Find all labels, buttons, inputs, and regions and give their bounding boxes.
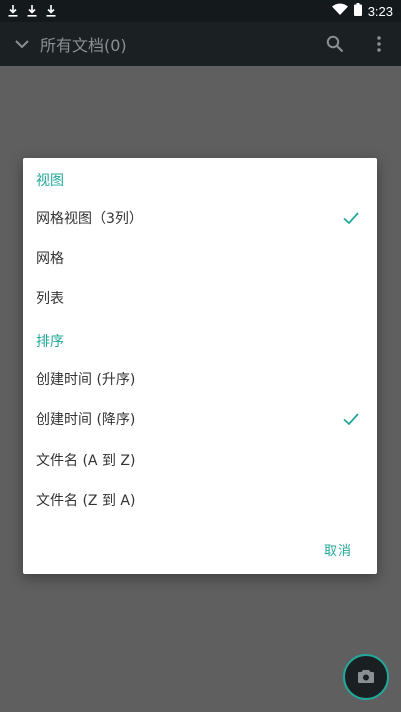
status-notifications [8,5,56,17]
status-bar: 3:23 [0,0,401,22]
app-bar: 所有文档(0) [0,22,401,66]
sort-section-header: 排序 [36,334,64,350]
sort-option-created-asc[interactable]: 创建时间 (升序) [23,359,377,399]
sort-option-name-az[interactable]: 文件名 (A 到 Z) [23,440,377,480]
view-option-list[interactable]: 列表 [23,278,377,318]
sort-option-created-desc[interactable]: 创建时间 (降序) [23,399,377,439]
wifi-icon [331,3,348,19]
page-title[interactable]: 所有文档(0) [40,32,127,56]
download-icon [8,5,18,17]
view-option-grid-3col[interactable]: 网格视图（3列） [23,198,377,238]
download-icon [27,5,37,17]
option-label: 创建时间 (降序) [36,412,136,428]
option-label: 文件名 (A 到 Z) [36,453,136,469]
view-section-header: 视图 [36,173,64,189]
option-label: 列表 [36,291,64,307]
camera-fab-button[interactable] [343,654,389,700]
check-icon [341,409,361,429]
option-label: 网格视图（3列） [36,211,143,227]
battery-icon [353,2,362,20]
view-sort-dialog: 视图 网格视图（3列） 网格 列表 排序 创建时间 (升序) 创建时间 (降序)… [23,158,377,574]
camera-icon [358,668,374,687]
option-label: 文件名 (Z 到 A) [36,493,136,509]
cancel-button[interactable]: 取消 [324,540,352,559]
chevron-down-icon[interactable] [0,22,44,66]
check-icon [341,208,361,228]
more-vert-icon[interactable] [357,22,401,66]
search-icon[interactable] [313,22,357,66]
status-time: 3:23 [367,3,393,19]
view-option-grid[interactable]: 网格 [23,238,377,278]
option-label: 创建时间 (升序) [36,372,136,388]
sort-option-name-za[interactable]: 文件名 (Z 到 A) [23,480,377,520]
option-label: 网格 [36,251,64,267]
download-icon [46,5,56,17]
